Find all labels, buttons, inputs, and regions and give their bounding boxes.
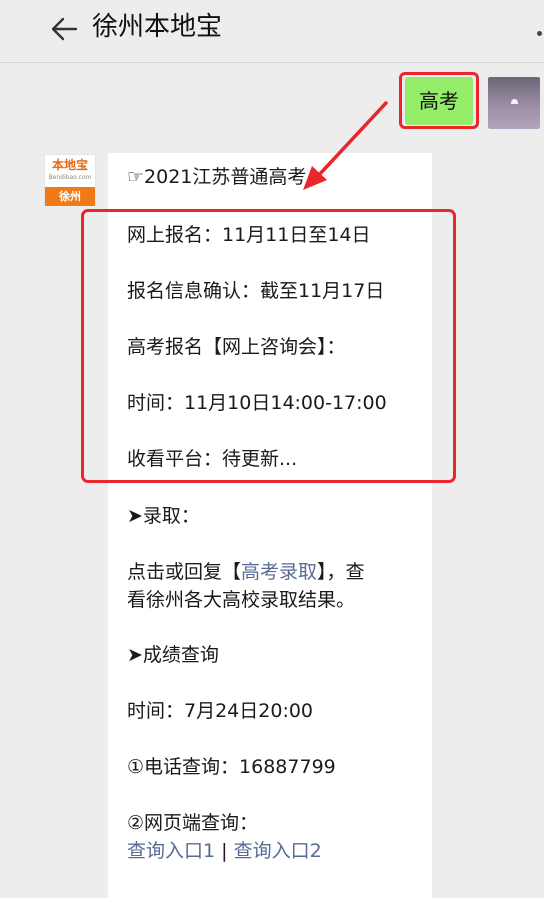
score-time-text: 时间：7月24日20:00 — [127, 700, 314, 722]
query-links-row: 查询入口1 | 查询入口2 — [127, 838, 322, 864]
more-dots-icon[interactable] — [537, 31, 542, 36]
sender-avatar[interactable]: 本地宝 Bendibao.com 徐州 — [44, 154, 96, 206]
query-entry-link-2[interactable]: 查询入口2 — [234, 840, 322, 862]
web-query-text: ②网页端查询： — [127, 812, 259, 834]
admission-text-line2: 看徐州各大高校录取结果。 — [127, 589, 356, 611]
user-avatar[interactable] — [488, 77, 540, 129]
avatar-sun-shape — [511, 99, 518, 104]
logo-subtext: Bendibao.com — [48, 174, 92, 181]
highlight-box-outgoing — [399, 72, 479, 129]
logo-city-label: 徐州 — [45, 187, 95, 206]
message-heading: ☞2021江苏普通高考 — [127, 166, 307, 188]
admission-title: ➤录取： — [127, 505, 200, 527]
admission-prefix: 点击或回复【 — [127, 561, 242, 583]
admission-suffix: 】，查 — [317, 561, 365, 583]
highlight-box-info — [81, 209, 456, 483]
score-title: ➤成绩查询 — [127, 644, 219, 666]
gaokao-admission-link[interactable]: 高考录取 — [241, 561, 317, 583]
back-arrow-icon[interactable] — [48, 12, 82, 46]
phone-query-text: ①电话查询：16887799 — [127, 756, 336, 778]
query-entry-link-1[interactable]: 查询入口1 — [127, 840, 215, 862]
query-separator: | — [221, 840, 228, 862]
logo-text: 本地宝 — [51, 158, 88, 172]
admission-text-line1: 点击或回复【高考录取】，查 — [127, 559, 365, 585]
top-bar: 徐州本地宝 — [0, 0, 544, 63]
chat-title: 徐州本地宝 — [92, 12, 223, 42]
